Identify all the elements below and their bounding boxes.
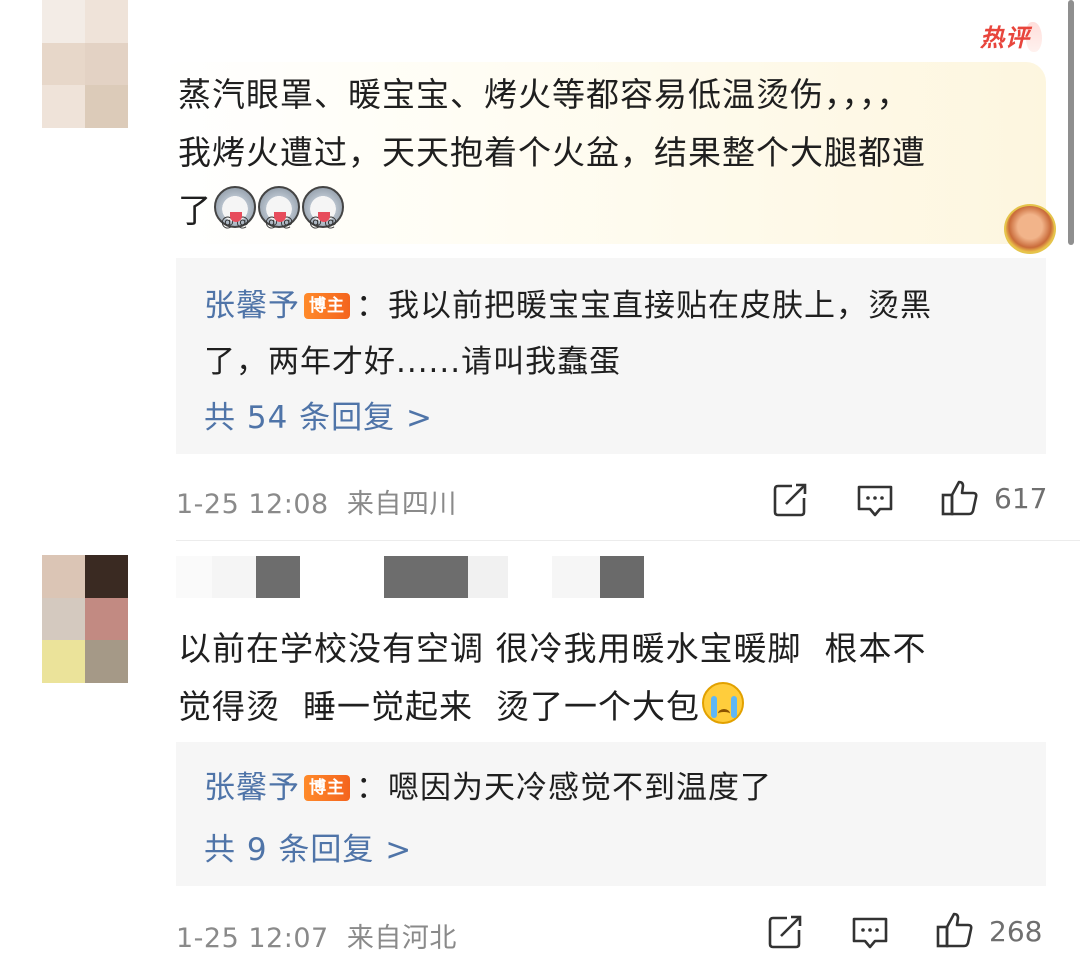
blogger-badge: 博主 [304, 775, 350, 801]
reply-text: ：我以前把暖宝宝直接贴在皮肤上，烫黑 [356, 288, 932, 324]
avatar-pixel [85, 85, 128, 128]
like-thumb-icon[interactable] [935, 910, 975, 950]
dog-face-emoji-icon [258, 186, 300, 252]
avatar-pixel [85, 597, 128, 641]
reply-author-link[interactable]: 张馨予 [204, 770, 300, 806]
like-thumb-icon[interactable] [940, 478, 980, 518]
comment-icon[interactable] [850, 912, 890, 952]
avatar-pixel [85, 555, 128, 598]
comment-icon[interactable] [855, 480, 895, 520]
commenter-avatar[interactable] [42, 0, 128, 128]
hot-comment-badge: 热评 [980, 18, 1042, 58]
commenter-avatar[interactable] [42, 555, 128, 683]
avatar-pixel [42, 555, 85, 598]
reply-preview-box[interactable]: 张馨予 博主 ：我以前把暖宝宝直接贴在皮肤上，烫黑 了，两年才好......请叫我蠢… [176, 258, 1046, 454]
reply-line: 张馨予 博主 ：我以前把暖宝宝直接贴在皮肤上，烫黑 [204, 280, 932, 325]
comment-meta: 1-25 12:08 来自四川 [176, 482, 457, 521]
comment-line: 蒸汽眼罩、暖宝宝、烤火等都容易低温烫伤，，，， [178, 75, 911, 114]
view-replies-link[interactable]: 共 9 条回复 > [204, 824, 412, 869]
location: 来自四川 [346, 489, 457, 520]
comment-meta: 1-25 12:07 来自河北 [176, 916, 457, 955]
avatar-pixel [42, 640, 85, 683]
like-count: 617 [994, 482, 1048, 515]
reply-line: 了，两年才好......请叫我蠢蛋 [204, 344, 622, 380]
blurred-username[interactable] [176, 556, 644, 598]
avatar-pixel [42, 597, 85, 641]
timestamp: 1-25 12:07 [176, 923, 329, 954]
share-icon[interactable] [765, 912, 805, 952]
avatar-pixel [42, 0, 85, 43]
decoration-sticker-icon [1004, 204, 1056, 254]
avatar-pixel [85, 42, 128, 86]
crying-face-emoji-icon [701, 682, 744, 724]
comment-line: 以前在学校没有空调 很冷我用暖水宝暖脚 根本不 [178, 629, 927, 668]
comment-line: 了 [178, 182, 1038, 252]
dog-face-emoji-icon [302, 186, 344, 252]
timestamp: 1-25 12:08 [176, 489, 329, 520]
share-icon[interactable] [770, 480, 810, 520]
comment-text: 以前在学校没有空调 很冷我用暖水宝暖脚 根本不 觉得烫 睡一觉起来 烫了一个大包 [178, 620, 1028, 736]
comment-text: 蒸汽眼罩、暖宝宝、烤火等都容易低温烫伤，，，， 我烤火遭过，天天抱着个火盆，结果… [178, 66, 1038, 252]
avatar-pixel [85, 640, 128, 683]
reply-text: ：嗯因为天冷感觉不到温度了 [356, 770, 772, 806]
blogger-badge: 博主 [304, 293, 350, 319]
reply-author-link[interactable]: 张馨予 [204, 288, 300, 324]
reply-line: 张馨予 博主 ：嗯因为天冷感觉不到温度了 [204, 762, 772, 807]
scrollbar[interactable] [1068, 0, 1074, 245]
comment-line: 觉得烫 睡一觉起来 烫了一个大包 [178, 678, 1028, 736]
comment-line: 我烤火遭过，天天抱着个火盆，结果整个大腿都遭 [178, 133, 926, 172]
dog-face-emoji-icon [214, 186, 256, 252]
location: 来自河北 [346, 923, 457, 954]
view-replies-link[interactable]: 共 54 条回复 > [204, 392, 433, 437]
avatar-pixel [85, 0, 128, 43]
comment-divider [176, 540, 1080, 541]
reply-preview-box[interactable]: 张馨予 博主 ：嗯因为天冷感觉不到温度了 共 9 条回复 > [176, 742, 1046, 886]
avatar-pixel [42, 85, 85, 128]
avatar-pixel [42, 42, 85, 86]
like-count: 268 [989, 915, 1043, 948]
